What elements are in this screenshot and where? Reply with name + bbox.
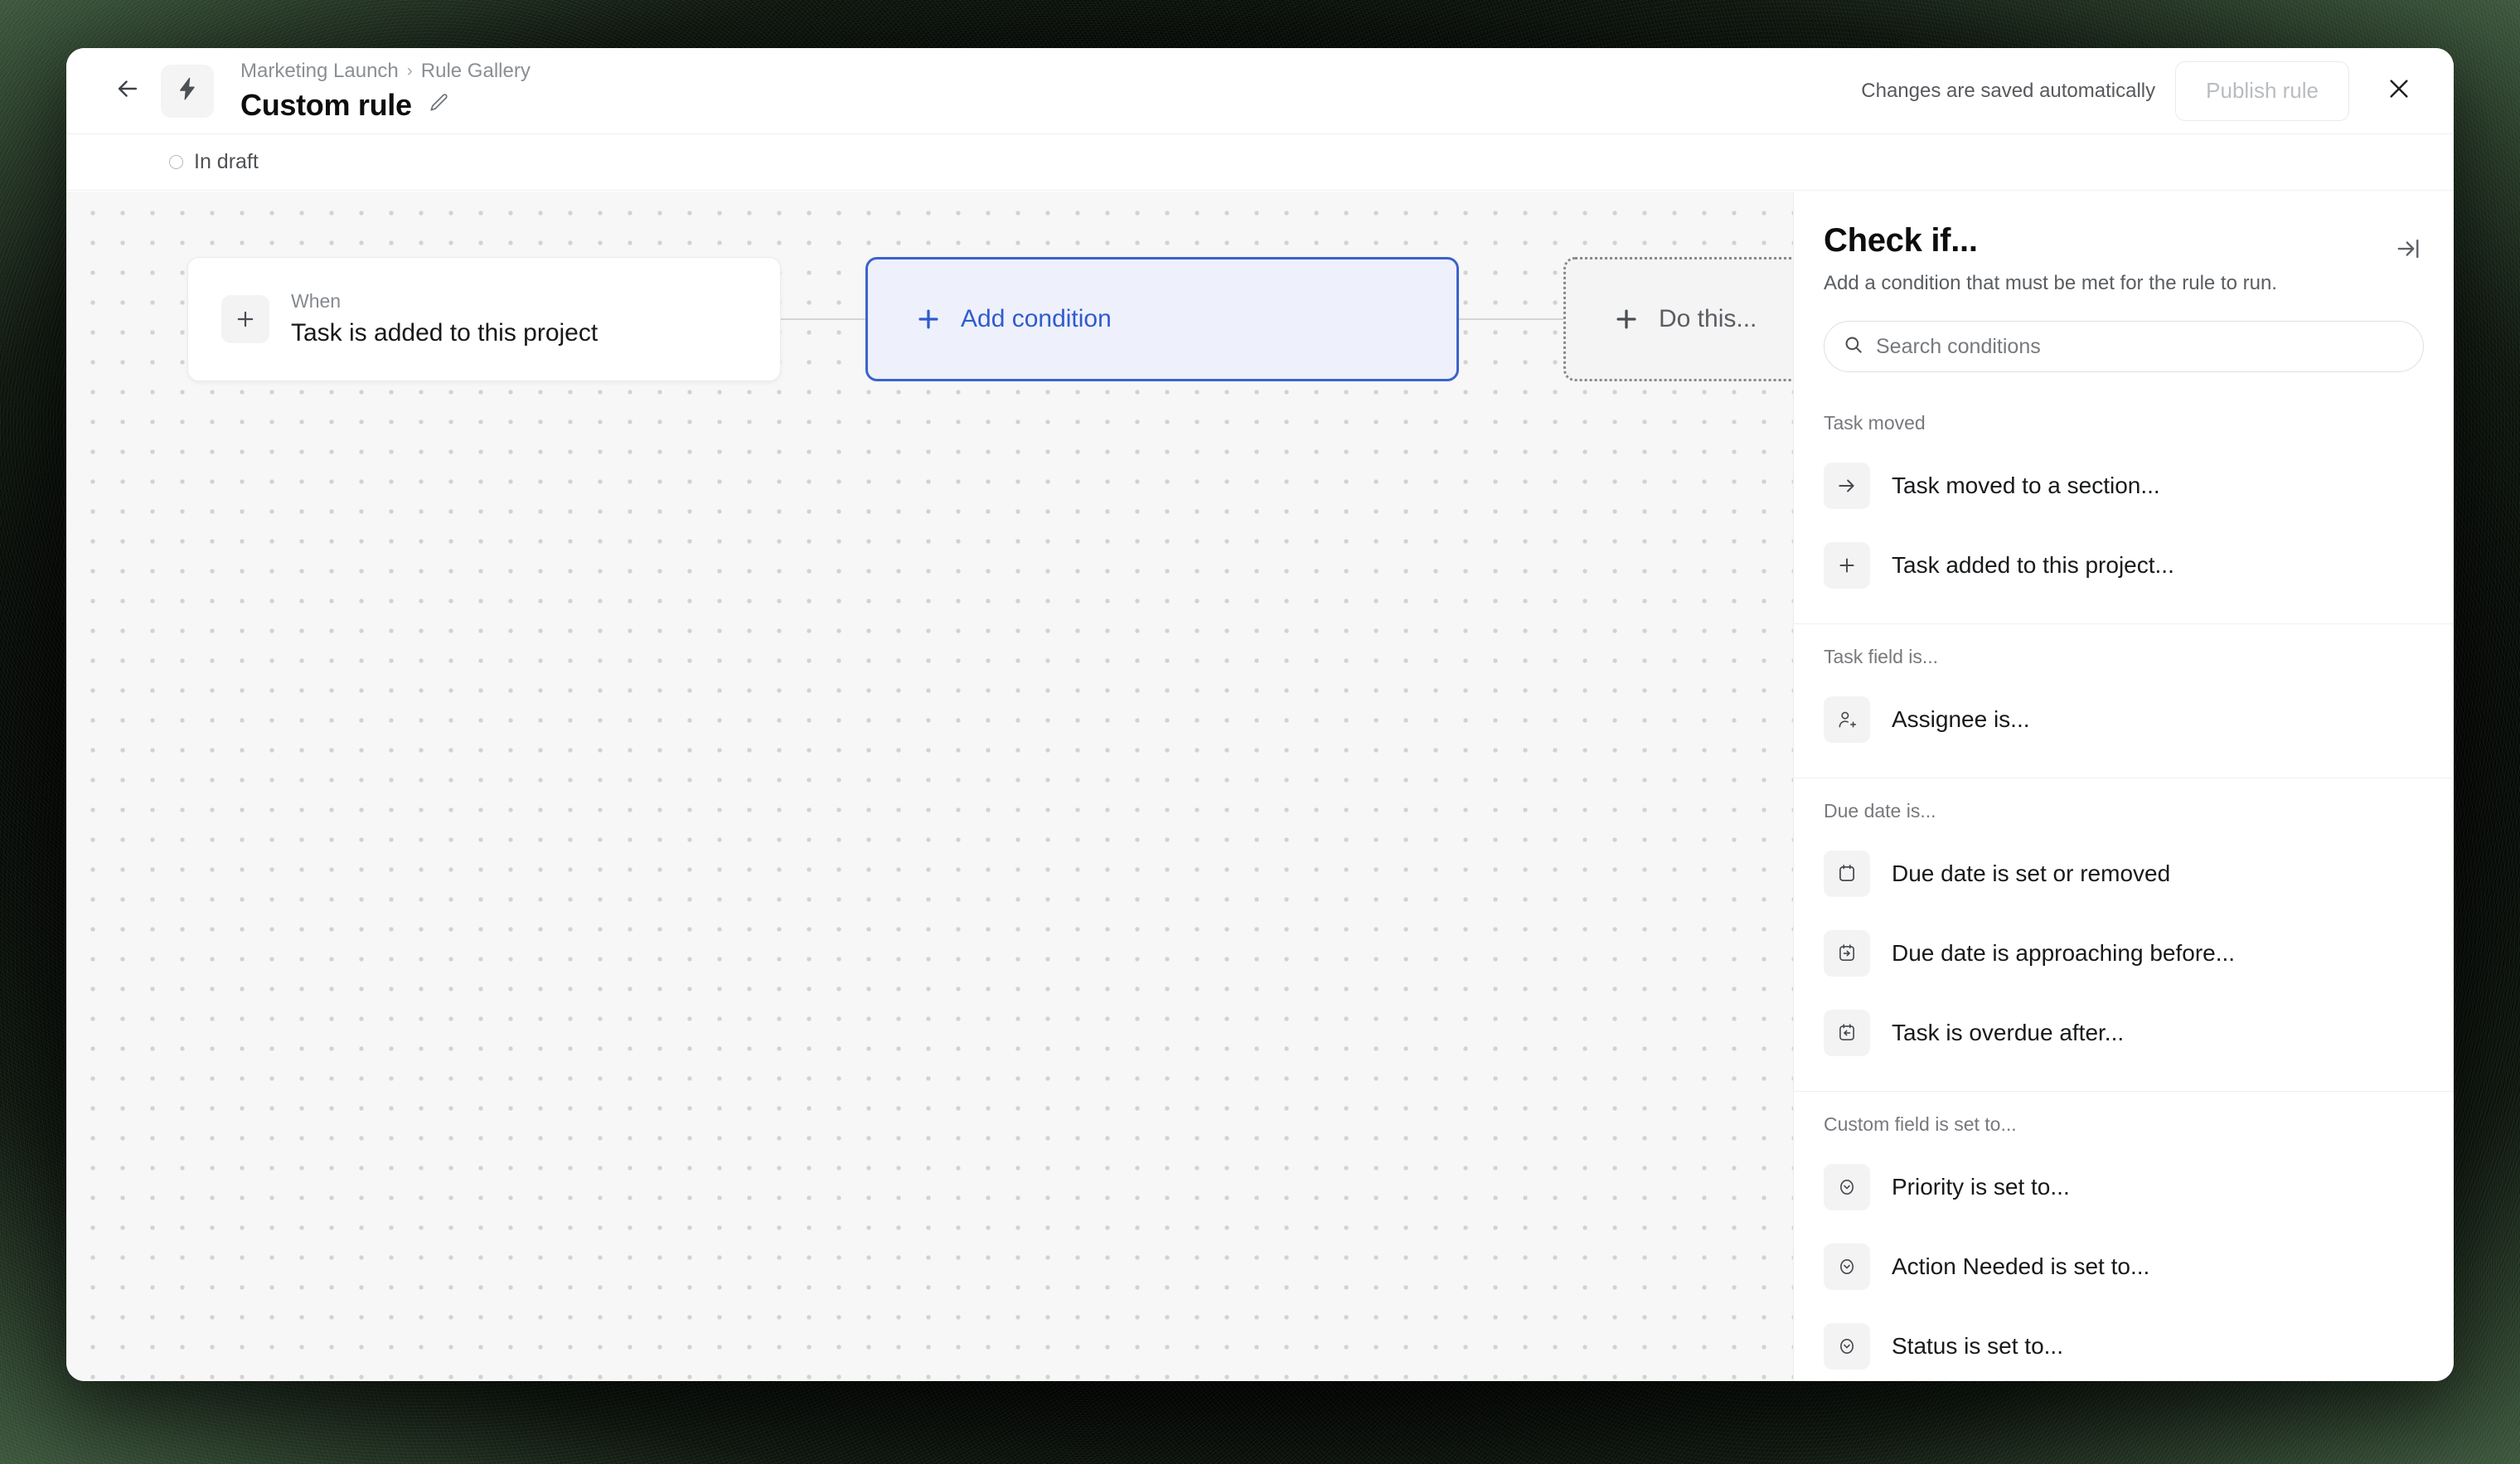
breadcrumb-separator-icon: ›	[406, 61, 413, 80]
condition-option[interactable]: Status is set to...	[1794, 1306, 2454, 1381]
search-icon	[1843, 334, 1864, 360]
panel-search-wrap	[1794, 296, 2454, 373]
trigger-card[interactable]: When Task is added to this project	[187, 257, 781, 381]
condition-option[interactable]: Priority is set to...	[1794, 1147, 2454, 1227]
condition-group: Task field is... Assignee is...	[1794, 623, 2454, 778]
condition-group-body: Assignee is...	[1794, 680, 2454, 778]
condition-group: Custom field is set to... Priority is set…	[1794, 1091, 2454, 1381]
collapse-panel-button[interactable]	[2387, 230, 2429, 271]
rule-canvas[interactable]: When Task is added to this project Add c…	[66, 191, 1793, 1381]
calendar-arrow-right-icon	[1824, 930, 1870, 977]
add-condition-label: Add condition	[961, 305, 1112, 332]
breadcrumb-project[interactable]: Marketing Launch	[240, 59, 399, 84]
plus-icon	[914, 305, 943, 333]
condition-option[interactable]: Due date is set or removed	[1794, 834, 2454, 914]
trigger-label: When	[291, 290, 342, 313]
autosave-status: Changes are saved automatically	[1861, 79, 2156, 102]
rule-status-bar: In draft	[66, 134, 2454, 191]
condition-group-list[interactable]: Task moved Task moved to a section... Task…	[1794, 390, 2454, 1381]
condition-group-body: Priority is set to... Action Needed is se…	[1794, 1147, 2454, 1381]
chevron-down-circle-icon	[1824, 1243, 1870, 1291]
condition-option-label: Due date is approaching before...	[1892, 940, 2236, 967]
rule-builder-window: Marketing Launch › Rule Gallery Custom r…	[66, 48, 2454, 1381]
trigger-value: Task is added to this project	[291, 319, 598, 347]
close-icon	[2386, 75, 2412, 106]
close-button[interactable]	[2376, 68, 2422, 114]
pencil-icon	[429, 92, 450, 118]
back-button[interactable]	[106, 70, 149, 113]
condition-option-label: Action Needed is set to...	[1892, 1253, 2150, 1280]
condition-option[interactable]: Task moved to a section...	[1794, 446, 2454, 526]
condition-option-label: Assignee is...	[1892, 706, 2030, 733]
header-actions: Changes are saved automatically Publish …	[1861, 61, 2422, 121]
page-title: Custom rule	[240, 87, 412, 122]
condition-group-label: Custom field is set to...	[1824, 1113, 2017, 1136]
status-badge: In draft	[194, 150, 259, 173]
title-row: Custom rule	[240, 87, 1861, 123]
rule-node-row: When Task is added to this project Add c…	[66, 257, 1793, 381]
bolt-icon	[174, 75, 201, 106]
condition-picker-panel: Check if... Add a condition that must be…	[1793, 191, 2454, 1381]
builder-body: When Task is added to this project Add c…	[66, 191, 2454, 1381]
condition-option-label: Task added to this project...	[1892, 552, 2174, 579]
person-add-icon	[1824, 696, 1870, 744]
calendar-arrow-left-icon	[1824, 1010, 1870, 1057]
edit-title-button[interactable]	[425, 91, 453, 119]
condition-option[interactable]: Due date is approaching before...	[1794, 914, 2454, 993]
condition-group: Due date is... Due date is set or removed…	[1794, 778, 2454, 1091]
publish-rule-button[interactable]: Publish rule	[2175, 61, 2349, 121]
calendar-icon	[1824, 851, 1870, 898]
circle-outline-icon	[169, 155, 183, 169]
condition-group-body: Task moved to a section... Task added to …	[1794, 446, 2454, 623]
panel-title: Check if...	[1824, 222, 1978, 259]
search-conditions-box[interactable]	[1824, 321, 2424, 373]
condition-option-label: Task moved to a section...	[1892, 473, 2160, 499]
connector-trigger-to-condition	[778, 318, 869, 320]
condition-group-label: Due date is...	[1824, 800, 1936, 822]
rule-app-icon-tile	[161, 64, 214, 118]
plus-icon	[1612, 305, 1640, 333]
condition-group-body: Due date is set or removed Due date is ap…	[1794, 834, 2454, 1091]
condition-option[interactable]: Task added to this project...	[1794, 526, 2454, 605]
plus-icon	[1824, 542, 1870, 589]
breadcrumb: Marketing Launch › Rule Gallery	[240, 59, 1861, 84]
chevron-down-circle-icon	[1824, 1164, 1870, 1211]
condition-group-label: Task moved	[1824, 412, 1926, 434]
trigger-text: When Task is added to this project	[291, 289, 598, 348]
add-action-label: Do this...	[1659, 305, 1757, 332]
condition-option-label: Status is set to...	[1892, 1333, 2063, 1360]
search-input[interactable]	[1876, 334, 2405, 359]
condition-group-label: Task field is...	[1824, 646, 1939, 668]
plus-icon	[221, 295, 269, 343]
add-condition-card[interactable]: Add condition	[865, 257, 1459, 381]
panel-header: Check if... Add a condition that must be…	[1794, 191, 2454, 296]
arrow-left-icon	[114, 75, 142, 107]
condition-option[interactable]: Action Needed is set to...	[1794, 1227, 2454, 1306]
condition-option[interactable]: Assignee is...	[1794, 680, 2454, 759]
breadcrumb-section[interactable]: Rule Gallery	[421, 59, 531, 84]
arrow-right-icon	[1824, 463, 1870, 510]
condition-option[interactable]: Task is overdue after...	[1794, 993, 2454, 1073]
condition-group: Task moved Task moved to a section... Task…	[1794, 390, 2454, 623]
header-title-block: Marketing Launch › Rule Gallery Custom r…	[240, 59, 1861, 123]
condition-option-label: Due date is set or removed	[1892, 860, 2171, 887]
condition-option-label: Priority is set to...	[1892, 1174, 2070, 1200]
window-header: Marketing Launch › Rule Gallery Custom r…	[66, 48, 2454, 134]
panel-subtitle: Add a condition that must be met for the…	[1824, 272, 2277, 294]
chevron-down-circle-icon	[1824, 1323, 1870, 1370]
condition-option-label: Task is overdue after...	[1892, 1020, 2125, 1046]
connector-condition-to-action	[1454, 318, 1565, 320]
add-action-card[interactable]: Do this...	[1563, 257, 1793, 381]
collapse-right-icon	[2396, 236, 2421, 265]
